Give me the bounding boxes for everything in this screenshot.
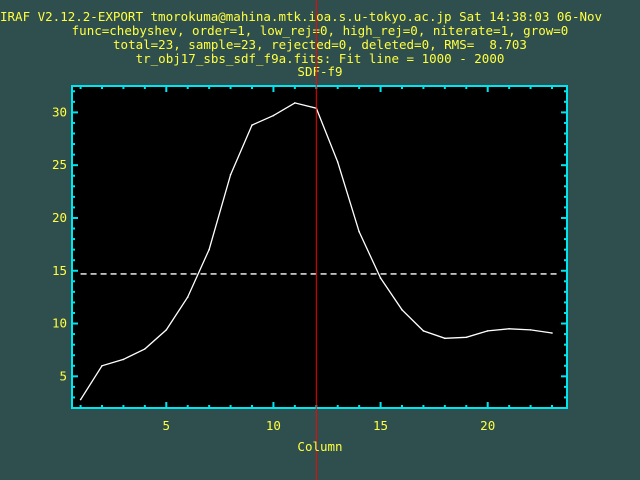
x-tick-label: 15 [373, 418, 388, 433]
data-point [122, 358, 125, 361]
data-point [294, 102, 296, 104]
y-tick-label: 10 [52, 316, 67, 331]
data-point [336, 161, 339, 163]
plot-area [72, 86, 567, 408]
data-point [229, 173, 232, 176]
data-point [165, 329, 168, 331]
x-tick-label: 5 [163, 418, 171, 433]
data-point [358, 230, 360, 233]
y-tick-label: 5 [59, 368, 67, 383]
y-tick-label: 30 [52, 104, 67, 119]
data-point [401, 309, 403, 311]
x-tick-label: 10 [266, 418, 281, 433]
data-point [101, 364, 103, 367]
data-point [529, 329, 532, 331]
data-point [208, 248, 210, 251]
iraf-plot-window: IRAF V2.12.2-EXPORT tmorokuma@mahina.mtk… [0, 0, 640, 480]
data-point [186, 296, 189, 298]
chart-canvas[interactable]: 5 10 15 20 5 10 15 20 25 30 [0, 0, 640, 480]
data-point [444, 337, 446, 340]
data-point [79, 398, 82, 401]
data-point [465, 336, 468, 339]
data-point [272, 114, 275, 117]
x-axis-label: Column [297, 439, 343, 454]
y-tick-label: 25 [52, 157, 67, 172]
data-point [251, 124, 253, 126]
data-point [508, 328, 510, 330]
data-point [422, 330, 425, 332]
data-point [551, 332, 553, 334]
data-point [144, 348, 146, 350]
y-tick-label: 15 [52, 263, 67, 278]
x-tick-label: 20 [480, 418, 495, 433]
data-point [486, 330, 489, 332]
y-tick-label: 20 [52, 210, 67, 225]
data-point [379, 277, 382, 279]
